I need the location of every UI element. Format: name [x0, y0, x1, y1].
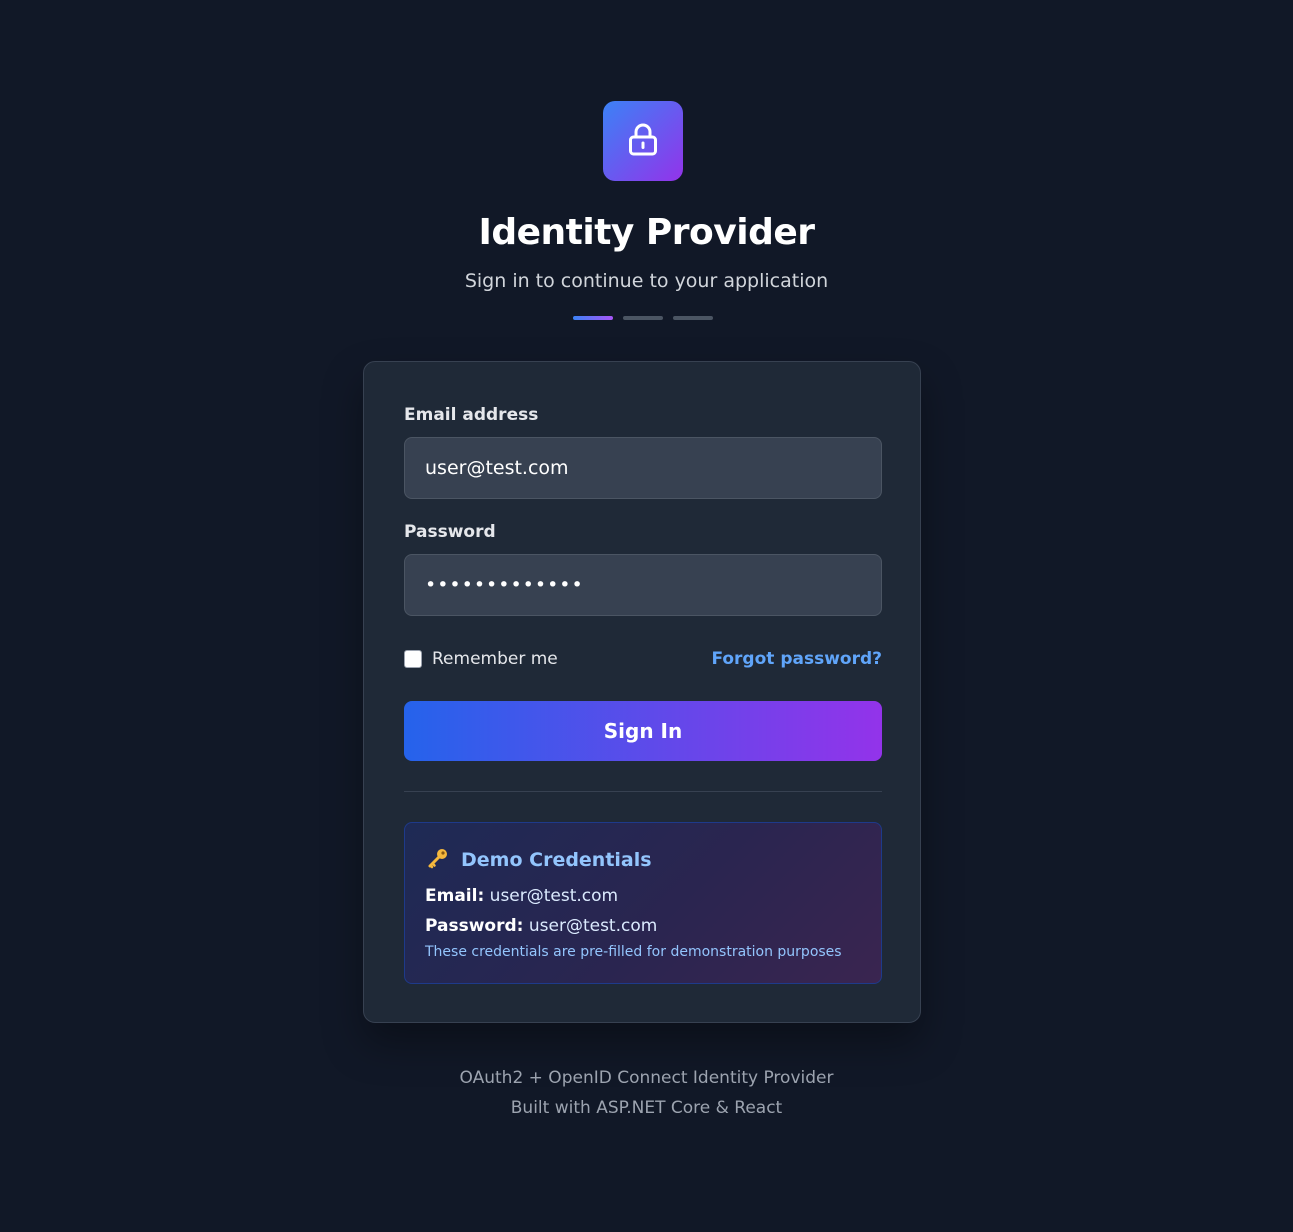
- email-label: Email address: [404, 405, 539, 425]
- demo-password-value: user@test.com: [528, 916, 658, 936]
- password-label: Password: [404, 522, 496, 542]
- demo-credentials-note: These credentials are pre-filled for dem…: [425, 944, 842, 960]
- forgot-password-link[interactable]: Forgot password?: [711, 649, 882, 669]
- demo-email-line: Email: user@test.com: [425, 886, 618, 906]
- divider: [404, 791, 882, 792]
- demo-email-value: user@test.com: [489, 886, 619, 906]
- demo-email-key: Email:: [425, 886, 485, 906]
- demo-password-key: Password:: [425, 916, 524, 936]
- demo-credentials-header: Demo Credentials: [427, 847, 652, 873]
- footer-line-1: OAuth2 + OpenID Connect Identity Provide…: [459, 1068, 834, 1088]
- step-indicator-3: [673, 316, 713, 320]
- lock-icon: [626, 121, 660, 161]
- app-logo: [603, 101, 683, 181]
- step-indicator: [573, 316, 713, 320]
- step-indicator-1: [573, 316, 613, 320]
- page-title: Identity Provider: [478, 212, 815, 253]
- demo-credentials-panel: Demo Credentials Email: user@test.com Pa…: [404, 822, 882, 984]
- email-field[interactable]: [404, 437, 882, 499]
- step-indicator-2: [623, 316, 663, 320]
- sign-in-button[interactable]: Sign In: [404, 701, 882, 761]
- key-icon: [427, 847, 449, 873]
- remember-me-checkbox[interactable]: [404, 650, 422, 668]
- remember-me-label[interactable]: Remember me: [432, 649, 558, 669]
- demo-credentials-title: Demo Credentials: [461, 849, 652, 871]
- demo-password-line: Password: user@test.com: [425, 916, 657, 936]
- remember-me-group[interactable]: Remember me: [404, 649, 558, 669]
- login-card: Email address Password Remember me Forgo…: [363, 361, 921, 1023]
- footer-line-2: Built with ASP.NET Core & React: [510, 1098, 783, 1118]
- page-subtitle: Sign in to continue to your application: [464, 270, 829, 292]
- password-field[interactable]: [404, 554, 882, 616]
- form-options-row: Remember me Forgot password?: [404, 648, 882, 670]
